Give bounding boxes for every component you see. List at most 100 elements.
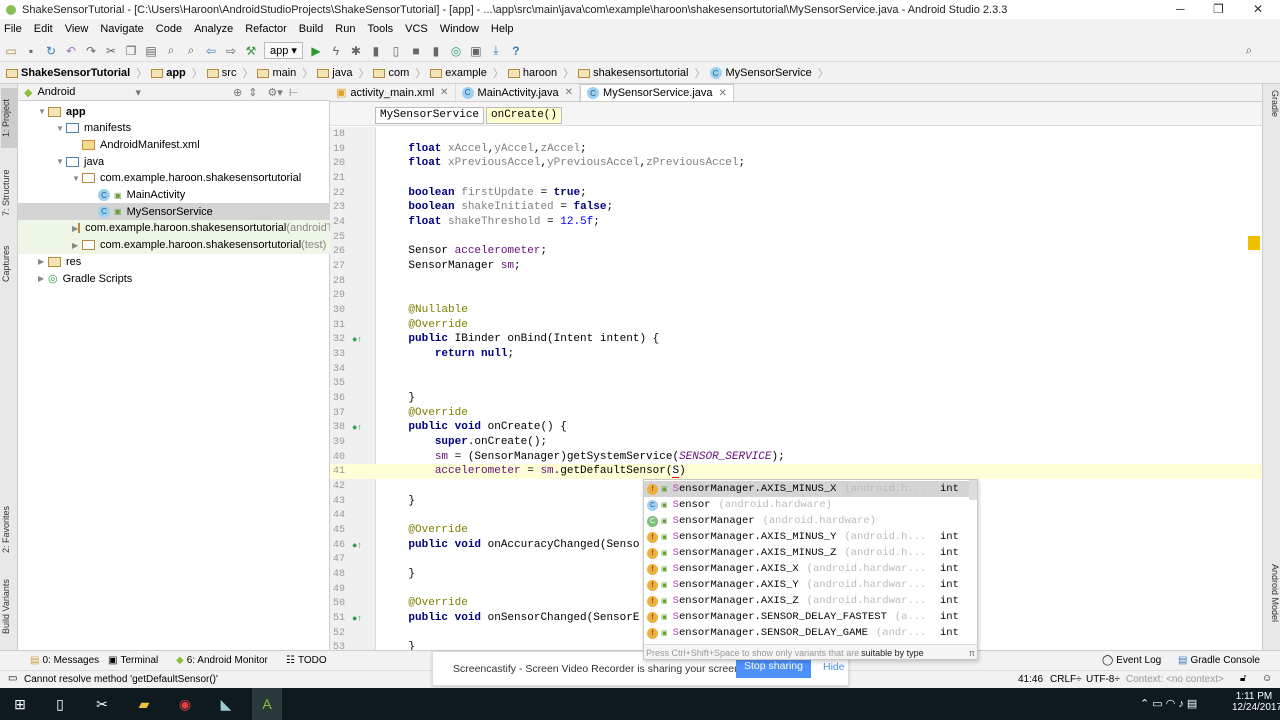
- menu-vcs[interactable]: VCS: [405, 23, 428, 35]
- tree-node[interactable]: ▼ manifests: [18, 120, 330, 137]
- breadcrumb-item[interactable]: app 〉: [151, 65, 203, 81]
- breadcrumb-method[interactable]: onCreate(): [486, 107, 563, 124]
- sync-gradle-icon[interactable]: ◎: [449, 44, 463, 58]
- code-line[interactable]: 24 float shakeThreshold = 12.5f;: [330, 215, 1262, 230]
- breadcrumb-item[interactable]: java 〉: [317, 65, 369, 81]
- code-line[interactable]: 28: [330, 274, 1262, 289]
- implements-method-icon[interactable]: ●↑: [352, 334, 362, 344]
- maximize-button[interactable]: ❐: [1213, 2, 1224, 16]
- expand-arrow-icon[interactable]: ▼: [38, 107, 48, 116]
- collapse-arrow-icon[interactable]: ▶: [72, 241, 82, 250]
- run-config-select[interactable]: app ▾: [264, 42, 303, 59]
- completion-item[interactable]: f ▣ SensorManager.AXIS_X (android.hardwar..…: [644, 561, 969, 577]
- file-encoding[interactable]: UTF-8÷: [1086, 674, 1120, 685]
- clock[interactable]: 1:11 PM 12/24/2017: [1232, 691, 1280, 713]
- paste-icon[interactable]: ▤: [144, 44, 158, 58]
- collapse-all-icon[interactable]: ⇕: [248, 86, 257, 99]
- chevron-down-icon[interactable]: ▾: [135, 86, 141, 99]
- code-line[interactable]: 18: [330, 127, 1262, 142]
- code-line[interactable]: 31 @Override: [330, 318, 1262, 333]
- breadcrumb-item[interactable]: shakesensortutorial 〉: [578, 65, 706, 81]
- popup-scrollbar[interactable]: [969, 480, 977, 500]
- tree-node[interactable]: C ▣ MySensorService: [18, 203, 330, 221]
- breadcrumb-item[interactable]: ShakeSensorTutorial 〉: [6, 65, 147, 81]
- back-icon[interactable]: ⇦: [204, 44, 218, 58]
- implements-method-icon[interactable]: ●↑: [352, 422, 362, 432]
- completion-item[interactable]: f ▣ SensorManager.SENSOR_DELAY_GAME (andr..…: [644, 625, 969, 641]
- breadcrumb-class[interactable]: MySensorService: [375, 107, 485, 124]
- collapse-arrow-icon[interactable]: ▶: [38, 274, 48, 283]
- completion-item[interactable]: f ▣ SensorManager.AXIS_Y (android.hardwar..…: [644, 577, 969, 593]
- implements-method-icon[interactable]: ●↑: [352, 613, 362, 623]
- inspector-icon[interactable]: ☺: [1262, 673, 1272, 684]
- help-icon[interactable]: ?: [509, 44, 523, 58]
- tool-tab-build-variants[interactable]: Build Variants: [1, 572, 17, 642]
- menu-navigate[interactable]: Navigate: [100, 23, 143, 35]
- cut-icon[interactable]: ✂: [104, 44, 118, 58]
- hide-panel-icon[interactable]: ⊢: [289, 86, 299, 99]
- undo-icon[interactable]: ↶: [64, 44, 78, 58]
- copy-icon[interactable]: ❐: [124, 44, 138, 58]
- implements-method-icon[interactable]: ●↑: [352, 540, 362, 550]
- menu-help[interactable]: Help: [491, 23, 514, 35]
- tool-tab-favorites[interactable]: 2: Favorites: [1, 494, 17, 564]
- code-line[interactable]: 23 boolean shakeInitiated = false;: [330, 200, 1262, 215]
- make-project-icon[interactable]: ⚒: [244, 44, 258, 58]
- completion-item[interactable]: f ▣ SensorManager.AXIS_MINUS_Y (android.h..…: [644, 529, 969, 545]
- code-line[interactable]: 38 public void onCreate() {: [330, 420, 1262, 435]
- event-log-button[interactable]: ◯ Event Log: [1102, 655, 1161, 666]
- completion-item[interactable]: C ▣ SensorManager (android.hardware): [644, 513, 969, 529]
- profile-icon[interactable]: ▮: [369, 44, 383, 58]
- code-line[interactable]: 34: [330, 362, 1262, 377]
- redo-icon[interactable]: ↷: [84, 44, 98, 58]
- tree-node[interactable]: ▼ java: [18, 153, 330, 170]
- code-line[interactable]: 26 Sensor accelerometer;: [330, 244, 1262, 259]
- breadcrumb-item[interactable]: com 〉: [373, 65, 426, 81]
- code-line[interactable]: 41 accelerometer = sm.getDefaultSensor(S…: [330, 464, 1262, 480]
- completion-item[interactable]: f ▣ SensorManager.AXIS_MINUS_X (android.h..…: [644, 481, 969, 497]
- completion-item[interactable]: C ▣ Sensor (android.hardware): [644, 497, 969, 513]
- search-everywhere-icon[interactable]: ⌕: [1242, 43, 1256, 58]
- code-line[interactable]: 32 public IBinder onBind(Intent intent) …: [330, 332, 1262, 347]
- tree-node[interactable]: AndroidManifest.xml: [18, 136, 330, 153]
- collapse-arrow-icon[interactable]: ▶: [38, 257, 48, 266]
- lock-icon[interactable]: 🔓︎: [1240, 673, 1246, 684]
- menu-refactor[interactable]: Refactor: [245, 23, 287, 35]
- tool-tab-android-model[interactable]: Android Model: [1264, 564, 1280, 644]
- tree-node[interactable]: ▼ app: [18, 103, 330, 120]
- gradle-console-button[interactable]: ▤ Gradle Console: [1178, 655, 1260, 666]
- code-line[interactable]: 33 return null;: [330, 347, 1262, 362]
- tool-tab-project[interactable]: 1: Project: [1, 88, 17, 148]
- pi-icon[interactable]: π: [969, 648, 975, 658]
- code-line[interactable]: 30 @Nullable: [330, 303, 1262, 318]
- apply-changes-icon[interactable]: ϟ: [329, 44, 343, 58]
- breadcrumb-item[interactable]: src 〉: [206, 65, 253, 81]
- cursor-position[interactable]: 41:46: [1018, 674, 1043, 685]
- close-button[interactable]: ✕: [1253, 2, 1263, 16]
- open-folder-icon[interactable]: ▭: [4, 44, 18, 58]
- minimize-button[interactable]: ─: [1176, 2, 1185, 16]
- task-view-icon[interactable]: ▯: [50, 694, 70, 714]
- stop-icon[interactable]: ■: [409, 44, 423, 58]
- tab-mainactivity-java[interactable]: C MainActivity.java ✕: [456, 84, 581, 101]
- completion-item[interactable]: f ▣ SensorManager.SENSOR_DELAY_FASTEST (a..…: [644, 609, 969, 625]
- hide-button[interactable]: Hide: [823, 661, 845, 673]
- scroll-from-source-icon[interactable]: ⊕: [233, 86, 242, 99]
- file-explorer-icon[interactable]: ▰: [134, 694, 154, 714]
- run-icon[interactable]: ▶: [309, 44, 323, 58]
- tree-node[interactable]: ▶ res: [18, 253, 330, 270]
- tree-node[interactable]: ▼ com.example.haroon.shakesensortutorial: [18, 170, 330, 187]
- close-tab-icon[interactable]: ✕: [718, 88, 726, 99]
- close-tab-icon[interactable]: ✕: [565, 87, 573, 98]
- messages-tool-button[interactable]: ▤ 0: Messages: [30, 655, 99, 666]
- menu-run[interactable]: Run: [335, 23, 355, 35]
- tree-node[interactable]: ▶ com.example.haroon.shakesensortutorial …: [18, 236, 330, 254]
- code-line[interactable]: 37 @Override: [330, 406, 1262, 421]
- line-separator[interactable]: CRLF÷: [1050, 674, 1082, 685]
- tool-tab-gradle[interactable]: Gradle: [1264, 90, 1280, 140]
- tool-tab-structure[interactable]: 7: Structure: [1, 158, 17, 228]
- menu-code[interactable]: Code: [156, 23, 182, 35]
- todo-tool-button[interactable]: ☷ TODO: [286, 655, 327, 666]
- expand-arrow-icon[interactable]: ▼: [72, 174, 82, 183]
- completion-item[interactable]: f ▣ SensorManager.AXIS_MINUS_Z (android.h..…: [644, 545, 969, 561]
